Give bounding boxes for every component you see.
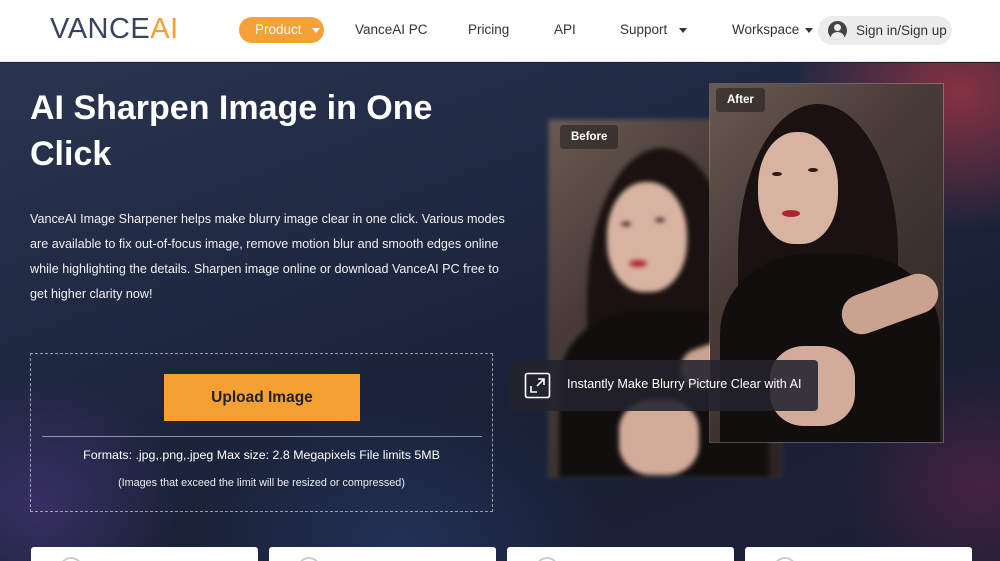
upload-dropzone[interactable]: Upload Image Formats: .jpg,.png,.jpeg Ma… — [30, 353, 493, 512]
nav-vanceai-pc[interactable]: VanceAI PC — [355, 22, 428, 37]
feature-card-icon — [773, 557, 797, 561]
chevron-down-icon — [679, 27, 688, 33]
nav-product-menu[interactable]: Product — [239, 17, 324, 43]
feature-card[interactable] — [269, 547, 496, 561]
nav-pricing[interactable]: Pricing — [468, 22, 509, 37]
upload-formats-text: Formats: .jpg,.png,.jpeg Max size: 2.8 M… — [83, 448, 440, 462]
feature-card-icon — [59, 557, 83, 561]
after-label: After — [716, 88, 765, 112]
chevron-down-icon — [805, 27, 814, 33]
signin-button[interactable]: Sign in/Sign up — [818, 16, 952, 45]
nav-workspace-menu[interactable]: Workspace — [732, 22, 814, 37]
upload-image-button[interactable]: Upload Image — [164, 374, 360, 421]
top-navbar: VANCEAI Product VanceAI PC Pricing API S… — [0, 0, 1000, 62]
page-title: AI Sharpen Image in One Click — [30, 89, 433, 173]
chevron-down-icon — [311, 27, 320, 33]
compare-caption: Instantly Make Blurry Picture Clear with… — [509, 360, 818, 411]
user-icon — [828, 21, 847, 40]
nav-api[interactable]: API — [554, 22, 576, 37]
before-label: Before — [560, 125, 619, 149]
divider — [42, 436, 482, 437]
expand-icon[interactable] — [524, 372, 551, 399]
vanceai-logo[interactable]: VANCEAI — [50, 13, 179, 46]
feature-card-icon — [297, 557, 321, 561]
feature-card-icon — [535, 557, 559, 561]
feature-card[interactable] — [31, 547, 258, 561]
compare-caption-text: Instantly Make Blurry Picture Clear with… — [567, 377, 802, 391]
nav-support-label: Support — [620, 22, 668, 37]
nav-product-label: Product — [255, 22, 302, 37]
hero-description: VanceAI Image Sharpener helps make blurr… — [30, 212, 505, 301]
feature-card[interactable] — [507, 547, 734, 561]
hero-section: AI Sharpen Image in One Click VanceAI Im… — [0, 63, 1000, 561]
signin-label: Sign in/Sign up — [856, 23, 947, 38]
upload-limit-note: (Images that exceed the limit will be re… — [118, 477, 405, 489]
nav-support-menu[interactable]: Support — [620, 22, 688, 37]
feature-card[interactable] — [745, 547, 972, 561]
nav-workspace-label: Workspace — [732, 22, 800, 37]
